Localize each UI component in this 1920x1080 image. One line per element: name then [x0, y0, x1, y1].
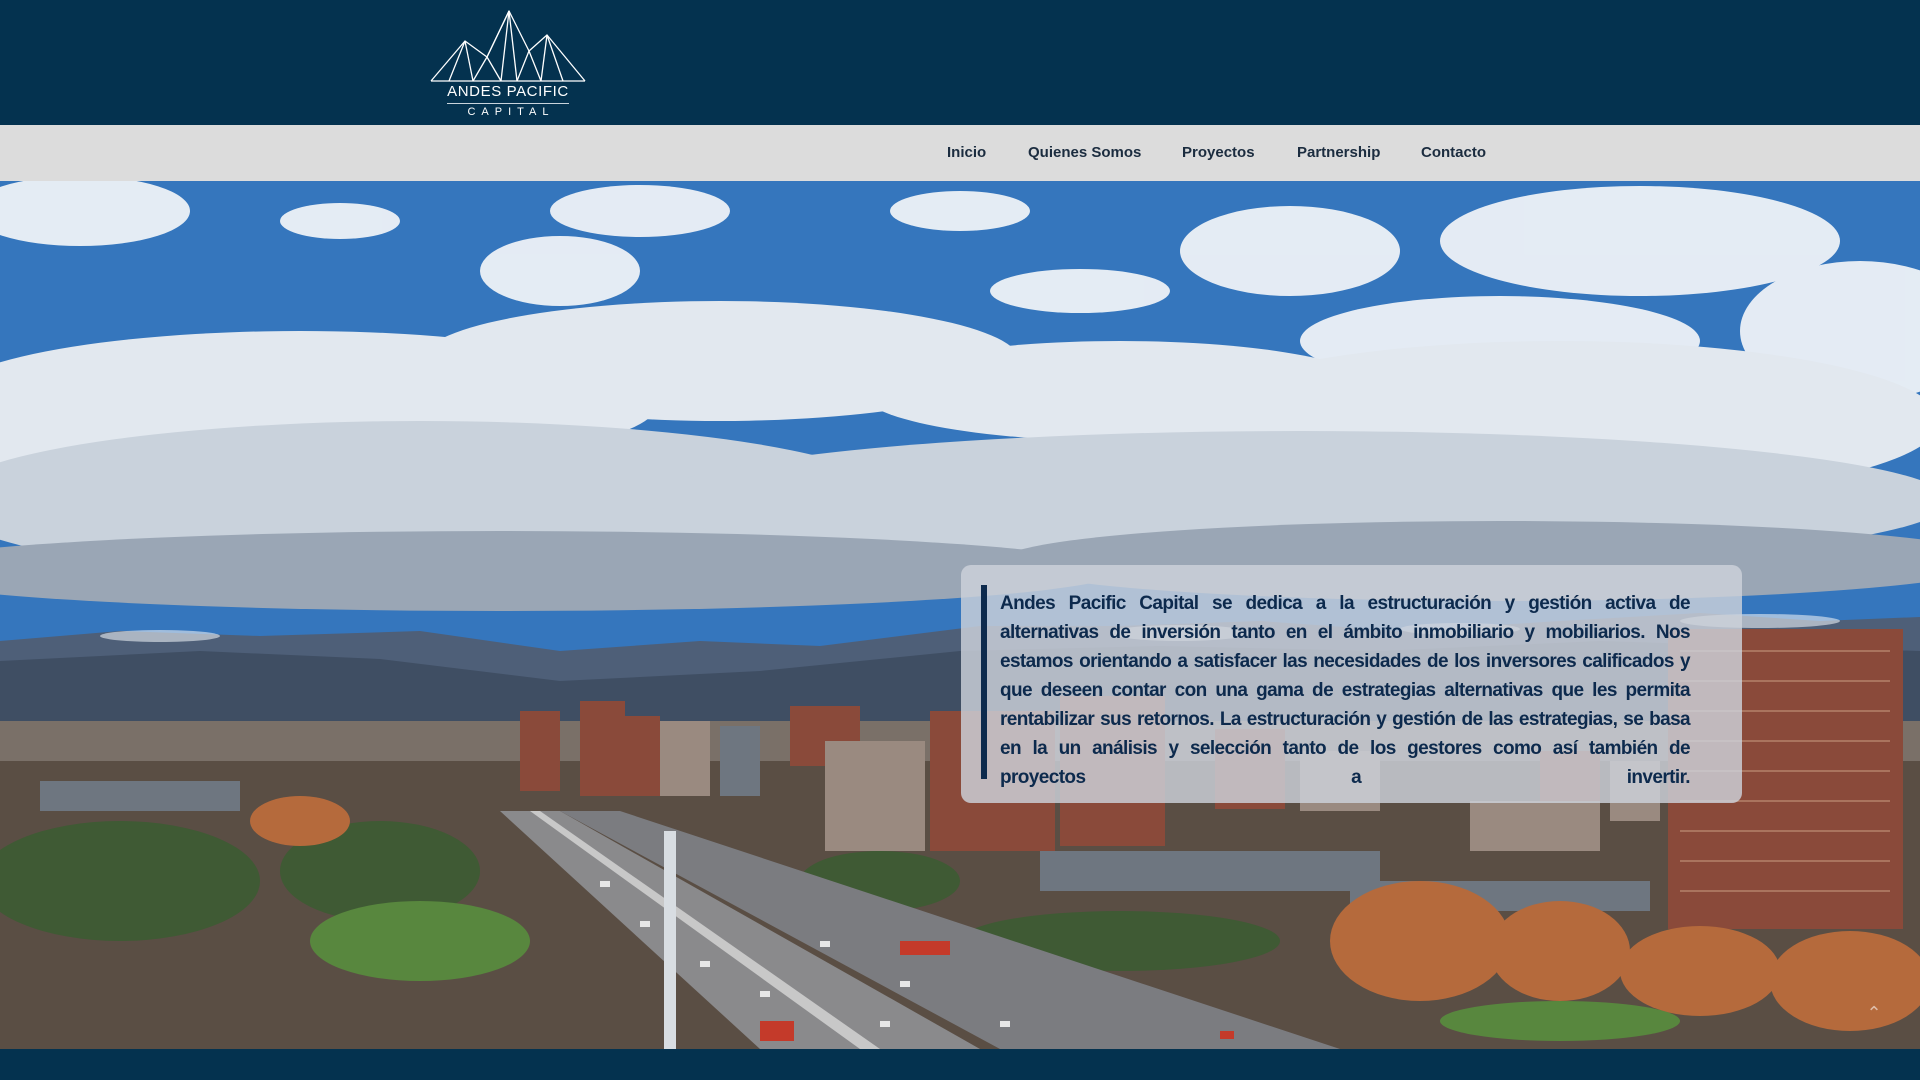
hero-banner: Andes Pacific Capital se dedica a la est…: [0, 181, 1920, 1049]
intro-description: Andes Pacific Capital se dedica a la est…: [1000, 593, 1691, 788]
main-nav: Inicio Quienes Somos Proyectos Partnersh…: [0, 125, 1920, 181]
nav-item-inicio[interactable]: Inicio: [947, 125, 986, 181]
nav-item-proyectos[interactable]: Proyectos: [1182, 125, 1255, 181]
intro-text-card: Andes Pacific Capital se dedica a la est…: [961, 565, 1742, 803]
logo-title: ANDES PACIFIC: [447, 83, 569, 100]
site-logo[interactable]: ANDES PACIFIC CAPITAL: [425, 5, 591, 119]
card-accent-bar: [981, 585, 987, 779]
nav-item-quienes-somos[interactable]: Quienes Somos: [1028, 125, 1141, 181]
site-header: ANDES PACIFIC CAPITAL: [0, 0, 1920, 125]
logo-subtitle: CAPITAL: [467, 106, 555, 118]
nav-item-partnership[interactable]: Partnership: [1297, 125, 1380, 181]
chevron-up-icon[interactable]: ⌃: [1864, 1003, 1884, 1023]
mountain-icon: [430, 10, 586, 82]
logo-divider: [447, 103, 569, 104]
footer-band: [0, 1049, 1920, 1080]
nav-item-contacto[interactable]: Contacto: [1421, 125, 1486, 181]
